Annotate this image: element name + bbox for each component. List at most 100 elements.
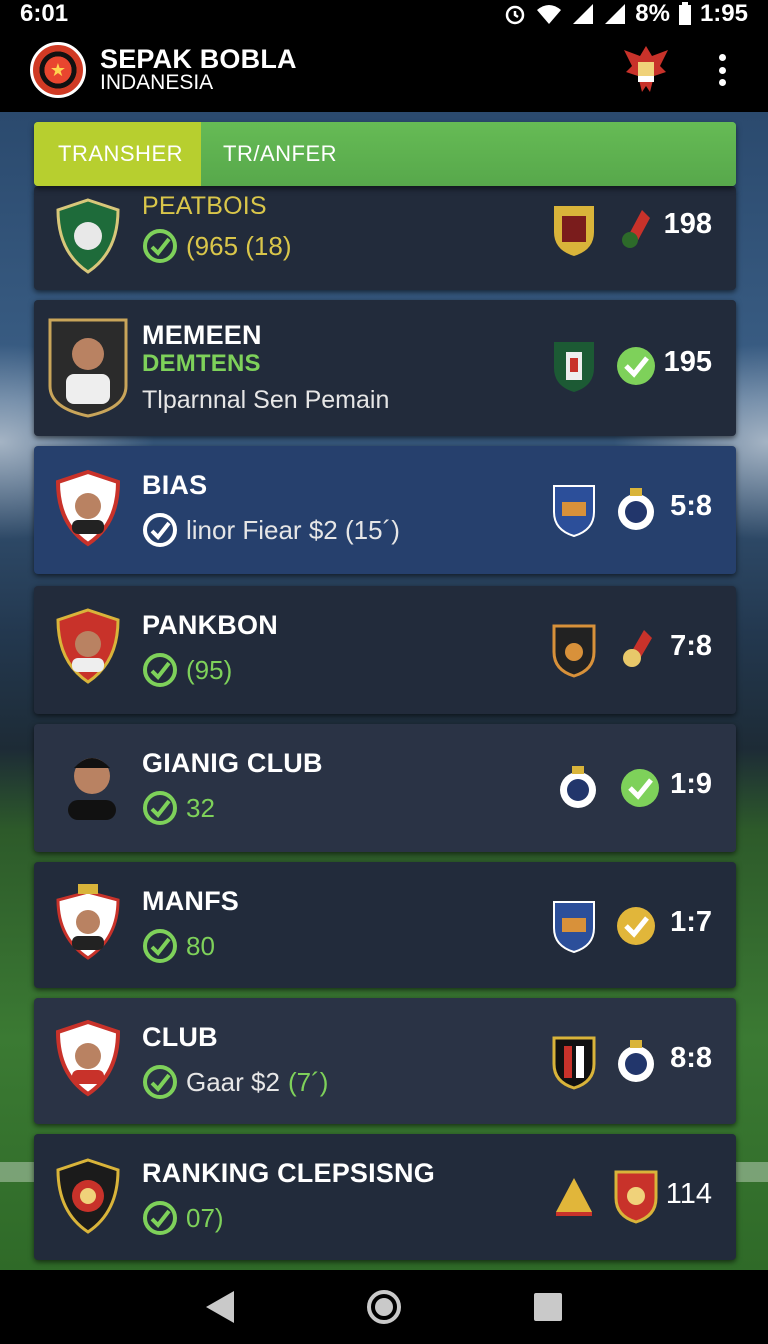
wifi-icon — [537, 5, 562, 24]
row-subtitle-text: Gaar $2 — [186, 1066, 280, 1097]
row-badges — [550, 202, 660, 258]
app-title: SEPAK BOBLA — [100, 44, 297, 74]
list-item[interactable]: RANKING CLEPSISNG 07) 114 — [34, 1134, 736, 1260]
row-score: 8:8 — [670, 1042, 712, 1074]
row-subtitle: 07) — [142, 1200, 224, 1236]
row-badges — [550, 1034, 660, 1090]
row-subtitle-text: linor Fiear $2 (15´) — [186, 514, 400, 545]
check-icon — [143, 791, 177, 825]
row-badges — [550, 338, 660, 394]
club-badge-icon — [554, 342, 594, 392]
row-subtitle: 32 — [142, 790, 215, 826]
row-score: 1:7 — [670, 906, 712, 938]
app-logo: ★ — [30, 42, 86, 98]
club-badge-icon — [614, 1170, 658, 1224]
check-icon — [621, 769, 659, 807]
status-right-time: 1:95 — [699, 0, 748, 27]
alarm-icon — [506, 5, 525, 25]
player-portrait-icon — [48, 318, 128, 418]
player-portrait-icon — [68, 758, 116, 820]
check-icon — [143, 1065, 177, 1099]
club-badge-icon — [560, 766, 596, 808]
row-title: GIANIG CLUB — [142, 748, 323, 778]
club-badge-icon — [623, 630, 652, 667]
signal-icon — [573, 4, 594, 24]
club-badge-icon — [552, 1036, 596, 1090]
row-subtitle: Tlparnnal Sen Pemain — [142, 386, 390, 414]
club-badge-icon — [554, 206, 594, 256]
club-badge-icon — [553, 485, 595, 538]
row-badges — [550, 898, 660, 954]
row-title: RANKING CLEPSISNG — [142, 1158, 435, 1188]
row-subtitle: linor Fiear $2 (15´) — [142, 512, 400, 548]
club-crest-icon — [56, 1158, 120, 1234]
club-badge-icon — [622, 210, 650, 248]
status-bar: 6:01 8% 1:95 — [0, 0, 768, 28]
list-item[interactable]: MANFS 80 1:7 — [34, 862, 736, 988]
list-item[interactable]: GIANIG CLUB 32 1:9 — [34, 724, 736, 852]
row-value: (95) — [186, 654, 233, 685]
row-score: 5:8 — [670, 490, 712, 522]
row-title-secondary: DEMTENS — [142, 350, 261, 377]
row-title: MANFS — [142, 886, 239, 916]
check-icon — [143, 1201, 177, 1235]
club-badge-icon — [556, 1178, 592, 1216]
row-title: MEMEEN — [142, 320, 262, 350]
check-icon — [617, 347, 655, 385]
home-nav-icon[interactable] — [366, 1290, 401, 1324]
row-score: 114 — [665, 1178, 712, 1210]
recents-nav-icon[interactable] — [533, 1293, 562, 1321]
check-icon — [617, 907, 655, 945]
club-badge-icon — [618, 1040, 654, 1082]
check-icon — [143, 513, 177, 547]
row-value: 32 — [186, 792, 215, 823]
list-item[interactable]: BIAS linor Fiear $2 (15´) 5:8 — [34, 446, 736, 574]
signal-icon — [605, 4, 626, 24]
player-portrait-icon — [56, 884, 120, 960]
row-value: (7´) — [287, 1066, 329, 1097]
list-item[interactable]: MEMEEN DEMTENS Tlparnnal Sen Pemain 195 — [34, 300, 736, 436]
battery-percent: 8% — [635, 0, 670, 27]
row-title: CLUB — [142, 1022, 218, 1052]
row-value: 80 — [186, 930, 215, 961]
check-icon — [143, 229, 177, 263]
check-icon — [143, 653, 177, 687]
list-item[interactable]: PANKBON (95) 7:8 — [34, 586, 736, 714]
app-subtitle: INDANESIA — [100, 71, 214, 94]
tab-transfer-active[interactable]: TRANSHER — [34, 122, 201, 186]
back-nav-icon[interactable] — [206, 1291, 235, 1323]
row-score: 7:8 — [670, 630, 712, 662]
row-subtitle: Gaar $2 (7´) — [142, 1064, 328, 1100]
garuda-emblem-icon[interactable] — [620, 42, 672, 98]
more-vert-icon[interactable] — [716, 54, 728, 86]
row-subtitle: 80 — [142, 928, 215, 964]
player-portrait-icon — [55, 1019, 121, 1097]
club-badge-icon — [552, 624, 596, 678]
row-title: PANKBON — [142, 610, 278, 640]
row-score: 198 — [663, 208, 712, 240]
row-badges — [550, 1168, 660, 1224]
system-nav-bar — [0, 1270, 768, 1344]
player-portrait-icon — [56, 608, 120, 684]
row-subtitle: (965 (18) — [142, 228, 292, 264]
row-badges — [550, 482, 660, 538]
row-value: (965 (18) — [186, 230, 292, 261]
tab-bar: TRANSHER TR/ANFER — [34, 122, 736, 186]
check-icon — [143, 929, 177, 963]
tab-transfer-inactive[interactable]: TR/ANFER — [201, 122, 736, 186]
status-left-time: 6:01 — [20, 0, 69, 27]
row-title: PEATBOIS — [142, 192, 267, 220]
list-item[interactable]: PEATBOIS (965 (18) 198 — [34, 186, 736, 290]
row-badges — [550, 622, 660, 678]
row-title: BIAS — [142, 470, 208, 500]
list-item[interactable]: CLUB Gaar $2 (7´) 8:8 — [34, 998, 736, 1124]
row-value: 07) — [186, 1202, 224, 1233]
battery-icon — [678, 2, 691, 25]
club-badge-icon — [618, 488, 654, 530]
row-subtitle: (95) — [142, 652, 232, 688]
row-badges — [554, 760, 664, 816]
row-score: 195 — [663, 346, 712, 378]
player-portrait-icon — [55, 469, 121, 547]
club-crest-icon — [56, 198, 120, 274]
row-score: 1:9 — [670, 768, 712, 800]
